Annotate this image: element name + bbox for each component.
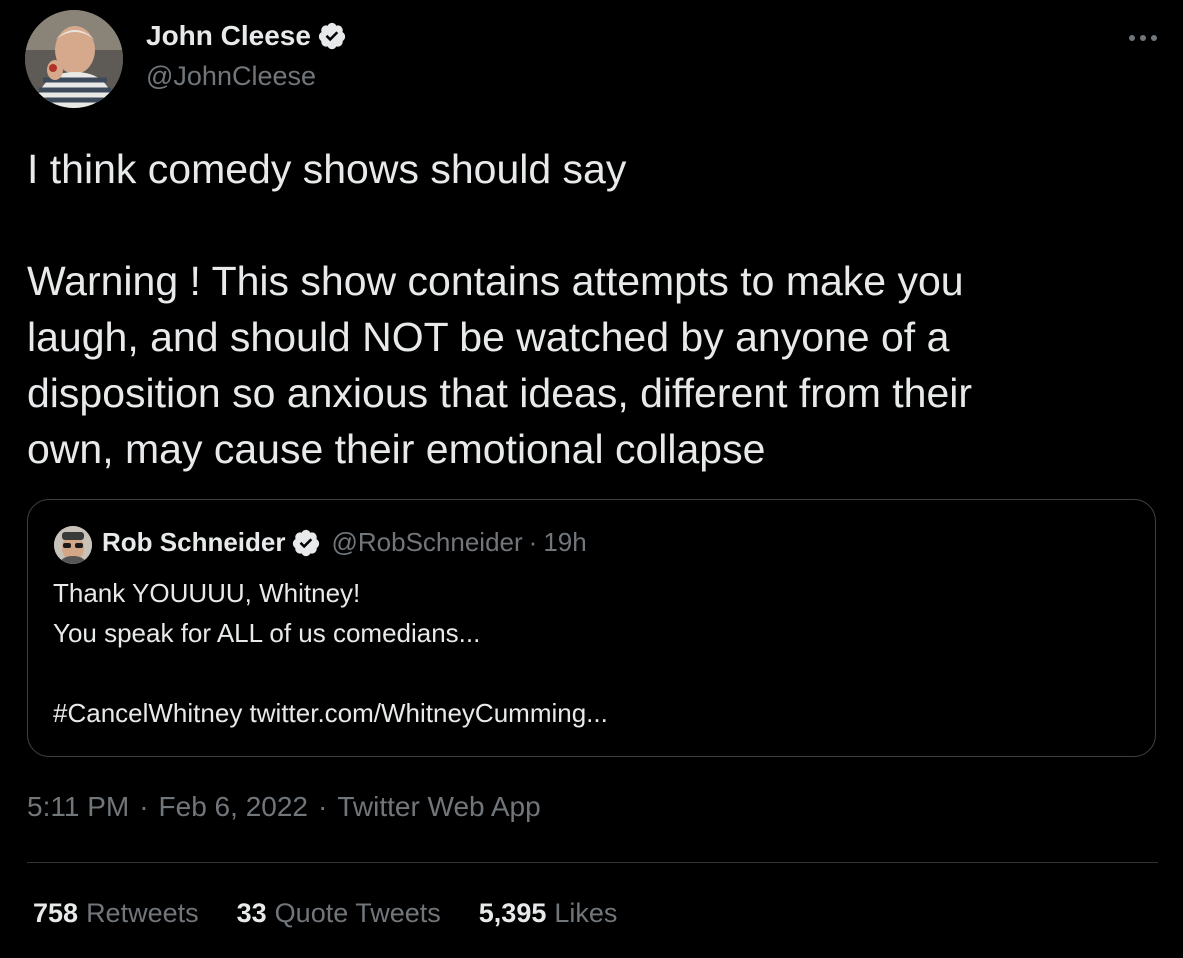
likes-stat[interactable]: 5,395 Likes bbox=[479, 898, 618, 929]
tweet-timestamp: 5:11 PM · Feb 6, 2022 · Twitter Web App bbox=[27, 791, 541, 823]
tweet-text-spacer bbox=[27, 197, 1147, 253]
author-name[interactable]: John Cleese bbox=[146, 20, 347, 52]
quoted-time: 19h bbox=[543, 527, 587, 557]
tweet-text-line: own, may cause their emotional collapse bbox=[27, 426, 766, 472]
tweet-stats: 758 Retweets 33 Quote Tweets 5,395 Likes bbox=[33, 898, 617, 929]
quoted-tweet-card[interactable]: Rob Schneider @RobSchneider · 19h Thank … bbox=[27, 499, 1156, 757]
author-name-text: John Cleese bbox=[146, 20, 311, 51]
tweet-text: I think comedy shows should say Warning … bbox=[27, 141, 1147, 477]
divider bbox=[27, 862, 1158, 863]
tweet-date-link[interactable]: Feb 6, 2022 bbox=[159, 791, 308, 823]
retweets-label: Retweets bbox=[86, 898, 199, 928]
quoted-author-handle: @RobSchneider bbox=[331, 527, 523, 557]
verified-badge-icon bbox=[318, 22, 346, 50]
quoted-author-name[interactable]: Rob Schneider bbox=[102, 527, 285, 558]
tweet-text-line: I think comedy shows should say bbox=[27, 146, 627, 192]
tweet-detail: John Cleese @JohnCleese I think comedy s… bbox=[0, 0, 1183, 958]
quoted-text-spacer bbox=[53, 653, 1133, 693]
tweet-time-link[interactable]: 5:11 PM bbox=[27, 791, 129, 823]
quoted-author-avatar[interactable] bbox=[54, 526, 92, 564]
quoted-text-line: You speak for ALL of us comedians... bbox=[53, 618, 481, 648]
author-handle[interactable]: @JohnCleese bbox=[146, 61, 316, 92]
tweet-source-link[interactable]: Twitter Web App bbox=[337, 791, 540, 823]
likes-label: Likes bbox=[554, 898, 618, 928]
retweets-stat[interactable]: 758 Retweets bbox=[33, 898, 199, 929]
timestamp-separator: · bbox=[317, 791, 328, 822]
author-avatar-image bbox=[25, 10, 123, 108]
more-options-icon[interactable] bbox=[1123, 22, 1163, 52]
tweet-text-line: laugh, and should NOT be watched by anyo… bbox=[27, 314, 950, 360]
quoted-text-line: Thank YOUUUU, Whitney! bbox=[53, 578, 361, 608]
quoted-separator: · bbox=[528, 527, 538, 557]
quote-tweets-count: 33 bbox=[236, 898, 267, 928]
likes-count: 5,395 bbox=[478, 898, 547, 928]
timestamp-separator: · bbox=[139, 791, 149, 822]
author-avatar[interactable] bbox=[25, 10, 123, 108]
quoted-tweet-header: Rob Schneider @RobSchneider · 19h bbox=[102, 527, 587, 558]
quoted-author-avatar-image bbox=[54, 526, 92, 564]
quote-tweets-stat[interactable]: 33 Quote Tweets bbox=[237, 898, 441, 929]
quoted-tweet-text: Thank YOUUUU, Whitney! You speak for ALL… bbox=[53, 573, 1133, 733]
retweets-count: 758 bbox=[33, 898, 79, 928]
tweet-text-line: disposition so anxious that ideas, diffe… bbox=[27, 370, 973, 416]
quote-tweets-label: Quote Tweets bbox=[274, 898, 441, 928]
tweet-text-line: Warning ! This show contains attempts to… bbox=[27, 258, 964, 304]
quoted-text-line: #CancelWhitney twitter.com/WhitneyCummin… bbox=[53, 698, 608, 728]
verified-badge-icon bbox=[293, 529, 320, 556]
